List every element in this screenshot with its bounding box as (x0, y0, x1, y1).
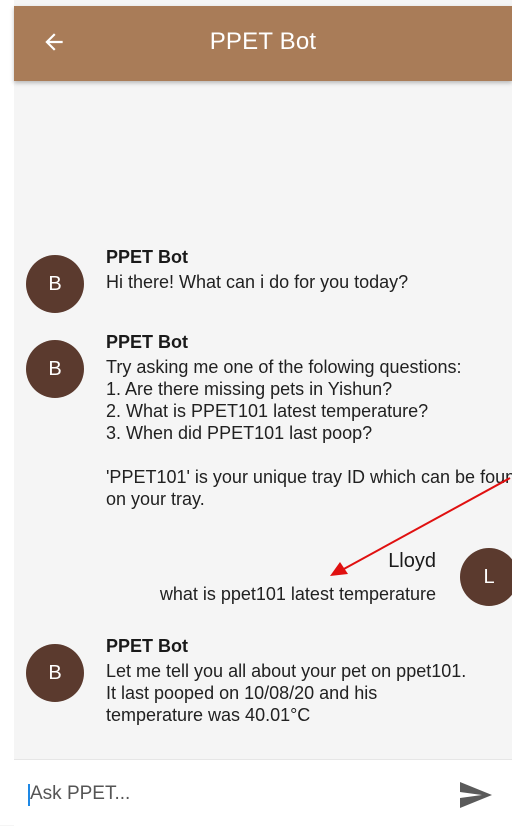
message-input-bar (14, 759, 512, 826)
bot-avatar: B (26, 340, 84, 398)
chat-message-bot: B PPET Bot Hi there! What can i do for y… (14, 247, 512, 317)
page-title: PPET Bot (209, 28, 317, 55)
message-sender: PPET Bot (106, 636, 189, 656)
send-button[interactable] (458, 780, 498, 810)
bot-avatar: B (26, 255, 84, 313)
chat-message-bot: B PPET Bot Let me tell you all about you… (14, 636, 512, 746)
chat-list[interactable]: B PPET Bot Hi there! What can i do for y… (14, 81, 512, 761)
message-input[interactable] (28, 780, 430, 808)
app-bar: PPET Bot (14, 6, 512, 81)
annotation-arrow (330, 477, 511, 576)
message-text: what is ppet101 latest temperature (159, 584, 436, 604)
message-text: Hi there! What can i do for you today? (106, 272, 409, 292)
message-sender: PPET Bot (106, 247, 189, 267)
message-sender: PPET Bot (106, 332, 189, 352)
send-icon (460, 782, 492, 808)
message-text: Let me tell you all about your pet on pp… (106, 661, 467, 725)
screen-edge (0, 0, 14, 825)
bot-avatar: B (26, 644, 84, 702)
